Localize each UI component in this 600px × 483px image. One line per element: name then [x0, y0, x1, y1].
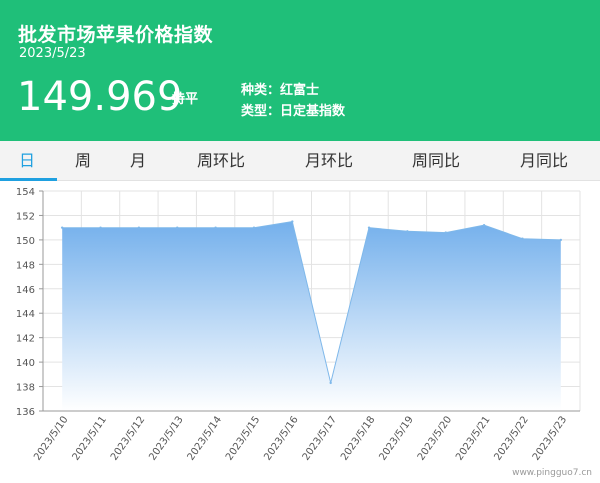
y-axis: 136 138 140 142 144 146 148 150 152 154 [16, 187, 44, 418]
tab-month-year-on-year[interactable]: 月同比 [520, 141, 568, 181]
y-tick-label: 146 [16, 285, 35, 296]
y-tick-label: 150 [16, 236, 35, 247]
header: 批发市场苹果价格指数 2023/5/23 149.969 持平 种类：红富士 类… [0, 0, 600, 141]
y-tick-label: 154 [16, 187, 35, 198]
x-tick-label: 2023/5/22 [492, 414, 530, 462]
tab-month-on-month[interactable]: 月环比 [305, 141, 353, 181]
data-point[interactable] [137, 226, 141, 229]
index-type-label: 类型：日定基指数 [241, 104, 346, 119]
index-value: 149.969 [17, 74, 183, 120]
x-tick-label: 2023/5/11 [71, 414, 109, 462]
x-tick-label: 2023/5/21 [454, 414, 492, 462]
data-point[interactable] [559, 238, 563, 242]
x-tick-label: 2023/5/12 [109, 414, 147, 462]
y-tick-label: 144 [16, 309, 35, 320]
x-tick-label: 2023/5/18 [339, 414, 377, 462]
data-point[interactable] [60, 226, 64, 229]
x-tick-label: 2023/5/16 [262, 414, 300, 462]
y-tick-label: 152 [16, 211, 35, 222]
data-point[interactable] [291, 220, 294, 223]
price-index-chart: 136 138 140 142 144 146 148 150 152 154 2023/5/10… [16, 187, 581, 463]
data-point[interactable] [252, 226, 256, 229]
watermark: www.pingguo7.cn [512, 468, 592, 478]
date-label: 2023/5/23 [19, 46, 86, 61]
x-tick-label: 2023/5/17 [301, 414, 339, 462]
x-axis: 2023/5/10 2023/5/11 2023/5/12 2023/5/13 2023… [32, 410, 580, 463]
y-tick-label: 142 [16, 334, 35, 345]
tab-week[interactable]: 周 [75, 141, 91, 181]
x-tick-label: 2023/5/15 [224, 414, 262, 462]
x-tick-label: 2023/5/19 [377, 414, 415, 462]
x-tick-label: 2023/5/20 [416, 414, 454, 462]
tab-week-on-week[interactable]: 周环比 [197, 141, 245, 181]
tab-week-year-on-year[interactable]: 周同比 [412, 141, 460, 181]
change-status: 持平 [172, 92, 199, 107]
tab-month[interactable]: 月 [130, 141, 146, 181]
x-tick-label: 2023/5/13 [147, 414, 185, 462]
x-tick-label: 2023/5/23 [531, 414, 569, 462]
data-point[interactable] [482, 224, 486, 227]
variety-label: 种类：红富士 [241, 83, 320, 98]
data-point[interactable] [406, 230, 409, 233]
tab-day[interactable]: 日 [19, 141, 35, 181]
x-tick-label: 2023/5/10 [32, 414, 70, 462]
data-point[interactable] [176, 226, 179, 229]
data-point[interactable] [521, 237, 524, 240]
y-tick-label: 140 [16, 358, 35, 369]
data-point[interactable] [444, 231, 447, 234]
data-point[interactable] [99, 226, 102, 229]
x-tick-label: 2023/5/14 [186, 414, 224, 462]
data-point[interactable] [214, 226, 217, 229]
data-point[interactable] [367, 226, 371, 229]
period-tabs: 日 周 月 周环比 月环比 周同比 月同比 [0, 141, 600, 181]
y-tick-label: 148 [16, 260, 35, 271]
data-point[interactable] [329, 381, 332, 385]
y-tick-label: 136 [16, 407, 35, 418]
page-title: 批发市场苹果价格指数 [18, 24, 214, 46]
y-tick-label: 138 [16, 383, 35, 394]
